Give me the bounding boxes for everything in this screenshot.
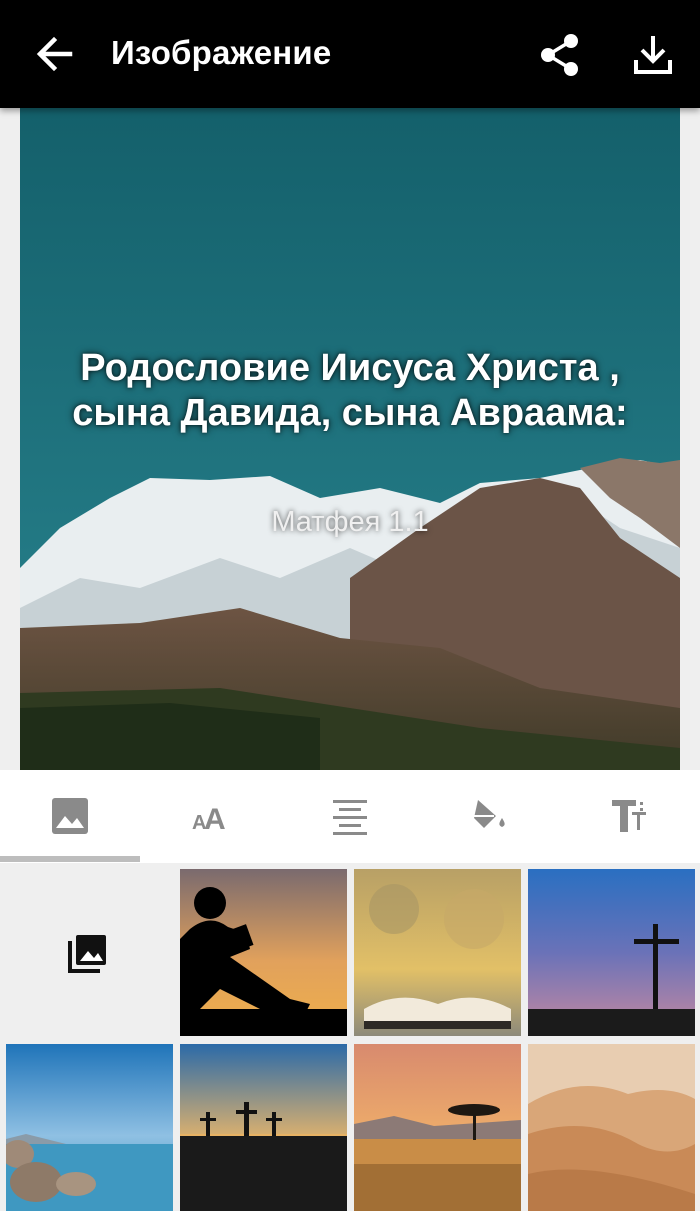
thumbnail-boy-reading[interactable] <box>180 869 347 1036</box>
page-title: Изображение <box>111 34 332 71</box>
app-bar: Изображение <box>0 0 700 108</box>
image-icon <box>52 798 88 834</box>
thumbnail-three-crosses[interactable] <box>180 1044 347 1211</box>
tab-font[interactable]: A A <box>140 770 280 863</box>
editor-tab-bar: A A <box>0 770 700 863</box>
tab-text-style[interactable] <box>560 770 700 863</box>
download-icon <box>634 36 672 74</box>
verse-reference[interactable]: Матфея 1.1 <box>60 506 640 539</box>
boy-reading-thumb <box>180 869 347 1036</box>
paint-bucket-icon <box>474 800 505 828</box>
thumbnail-open-bible[interactable] <box>354 869 521 1036</box>
photo-library-icon <box>68 935 106 973</box>
three-crosses-thumb <box>180 1044 347 1211</box>
font-size-icon: A A <box>192 803 226 836</box>
cross-dusk-thumb <box>528 869 695 1036</box>
verse-image-preview: Родословие Иисуса Христа , сына Давида, … <box>20 108 680 770</box>
back-button[interactable] <box>30 32 78 76</box>
lake-rocks-thumb <box>6 1044 173 1211</box>
open-bible-thumb <box>354 869 521 1036</box>
mountain-background <box>20 108 680 770</box>
arrow-back-icon <box>36 36 73 72</box>
tab-color[interactable] <box>420 770 560 863</box>
share-icon <box>541 34 578 76</box>
savanna-tree-thumb <box>354 1044 521 1211</box>
svg-text:A: A <box>204 803 226 836</box>
verse-text[interactable]: Родословие Иисуса Христа , сына Давида, … <box>60 346 640 436</box>
thumbnail-savanna-tree[interactable] <box>354 1044 521 1211</box>
tab-alignment[interactable] <box>280 770 420 863</box>
align-center-icon <box>333 800 367 835</box>
thumbnail-desert-dunes[interactable] <box>528 1044 695 1211</box>
tab-background-image[interactable] <box>0 770 140 863</box>
pick-from-gallery-button[interactable] <box>0 863 176 1037</box>
download-button[interactable] <box>628 32 678 78</box>
desert-dunes-thumb <box>528 1044 695 1211</box>
thumbnail-cross-dusk[interactable] <box>528 869 695 1036</box>
thumbnail-lake-rocks[interactable] <box>6 1044 173 1211</box>
selected-tab-indicator <box>0 856 140 862</box>
share-button[interactable] <box>536 32 584 78</box>
text-format-icon <box>612 800 646 832</box>
